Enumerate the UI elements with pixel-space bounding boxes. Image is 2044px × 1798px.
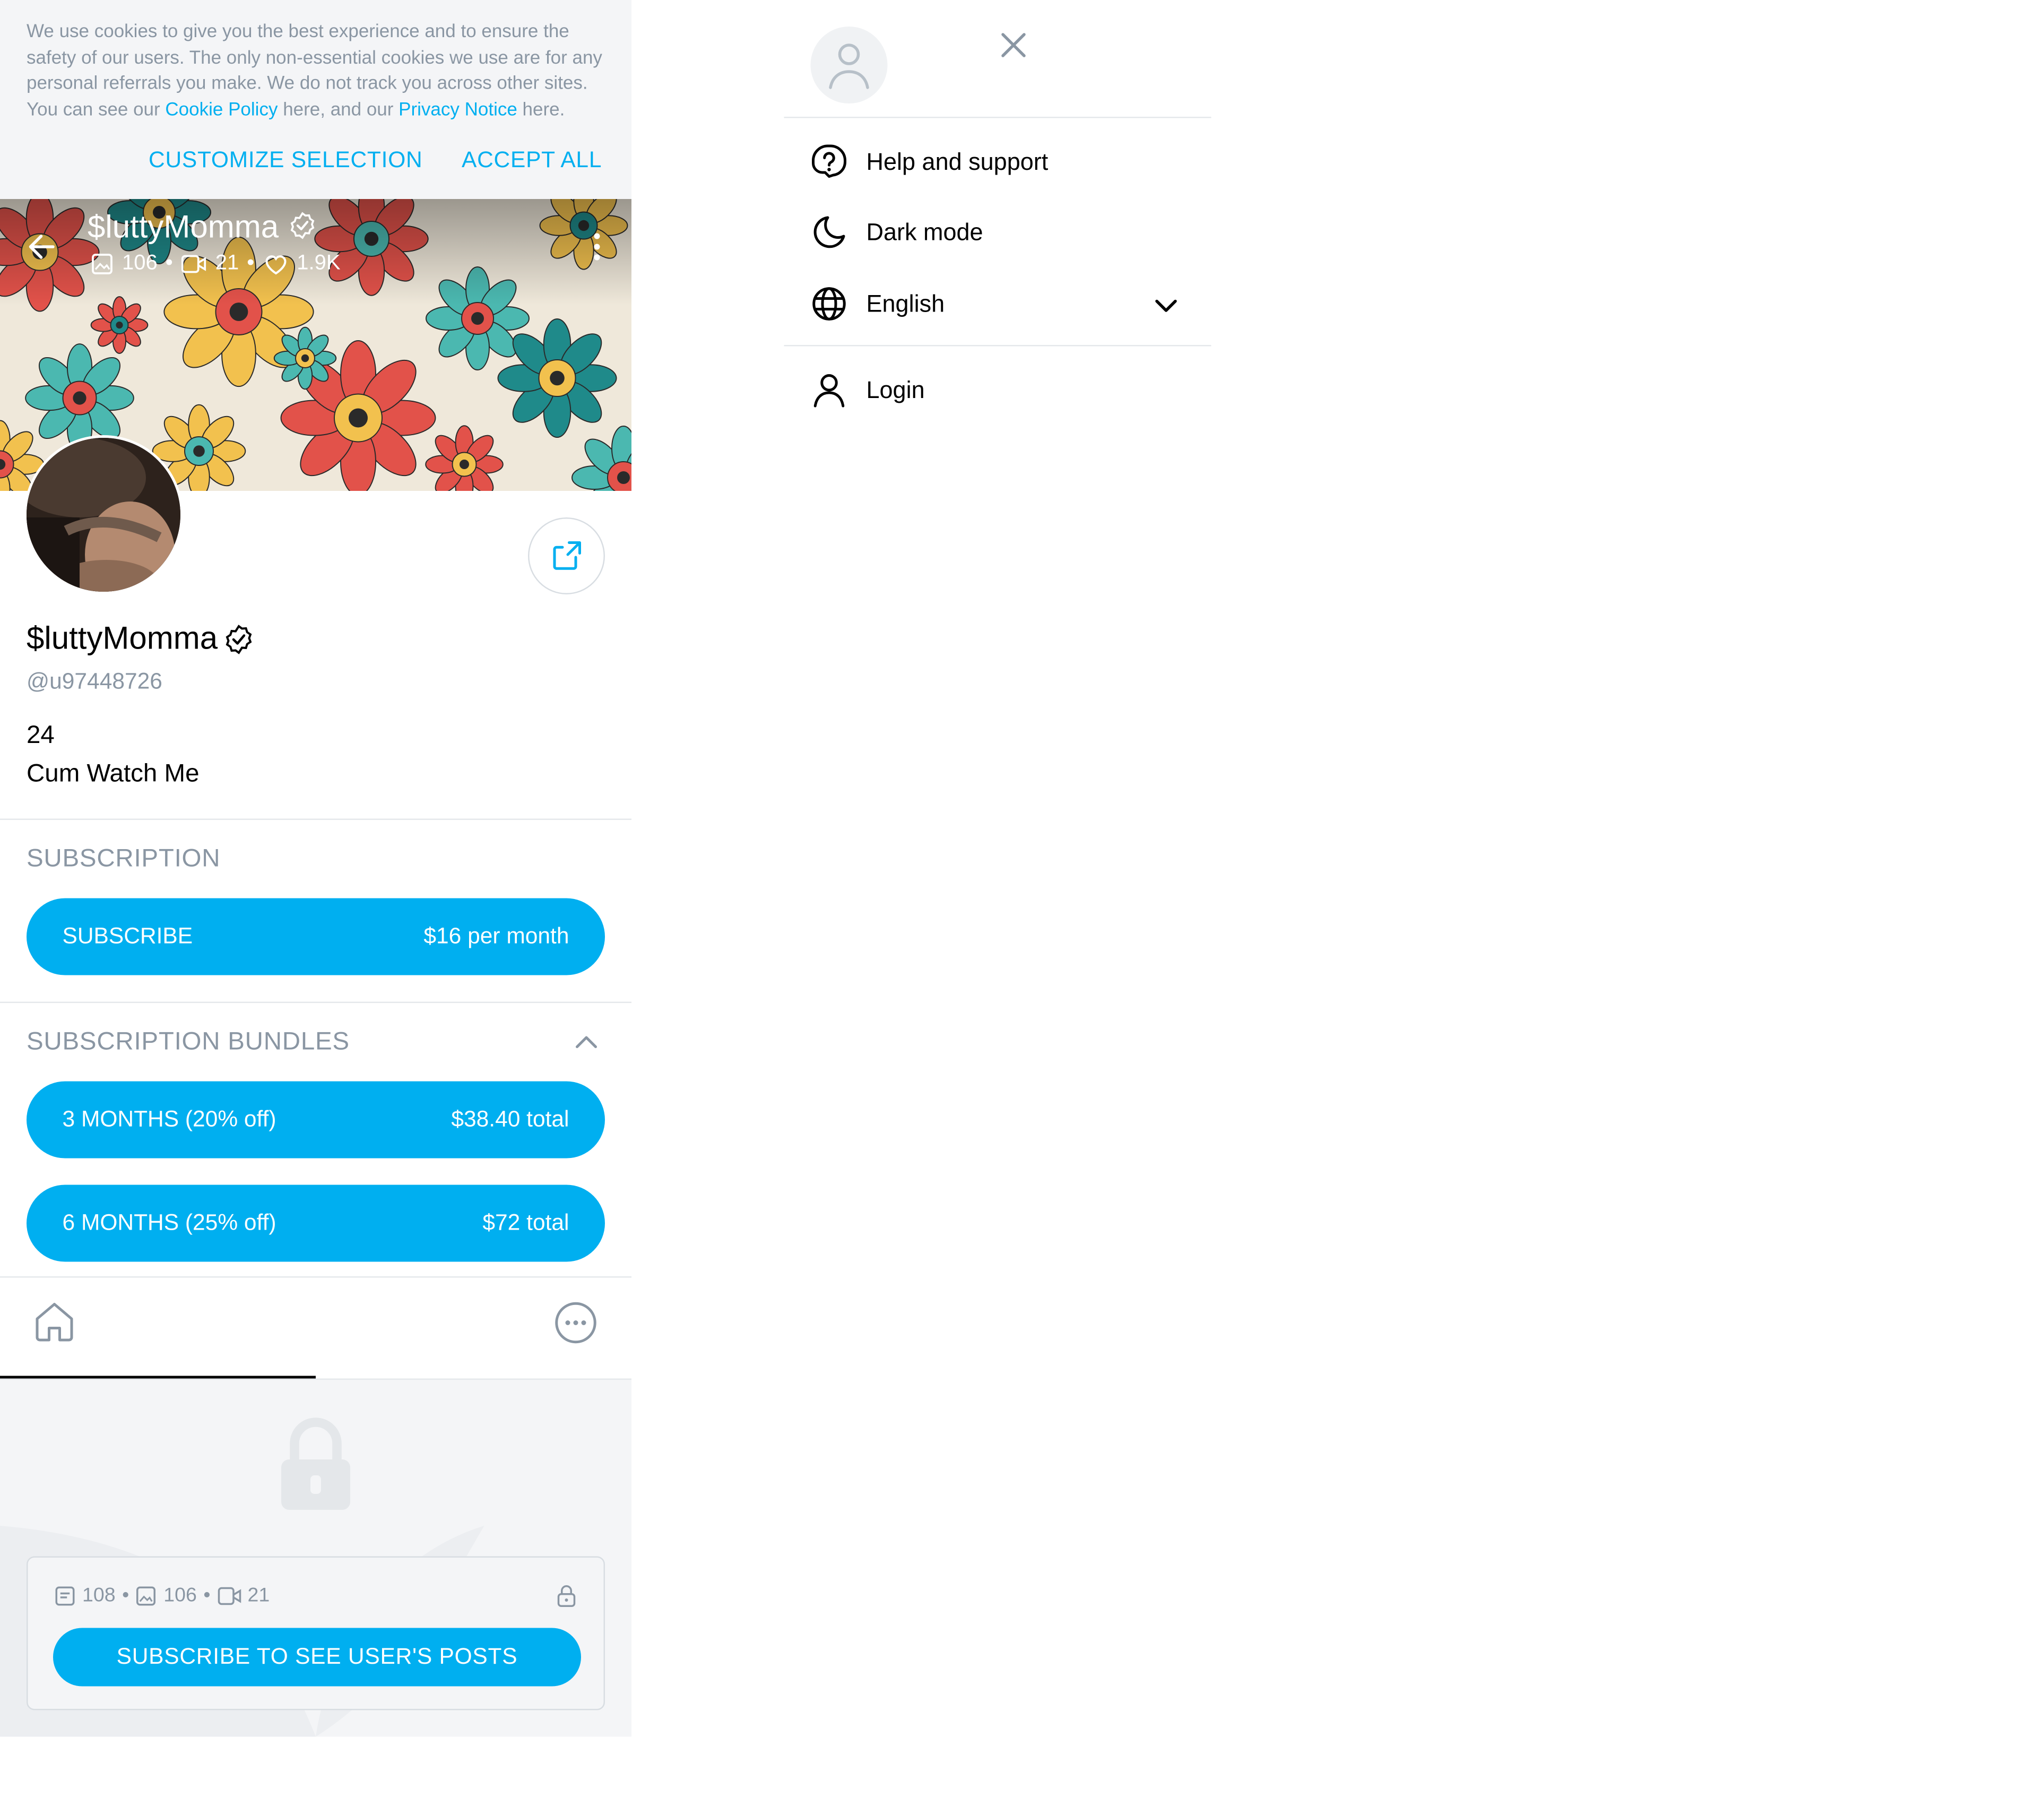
bundle-3-months-button[interactable]: 3 MONTHS (20% off) $38.40 total (27, 1081, 605, 1159)
home-icon (36, 1303, 73, 1342)
menu-item-dark-mode[interactable]: Dark mode (811, 212, 983, 252)
cookie-text-part: here, and our (278, 97, 399, 119)
bundles-section-title: SUBSCRIPTION BUNDLES (27, 1028, 350, 1057)
menu-item-label: Login (866, 376, 925, 403)
divider (0, 818, 631, 820)
language-selected-value: English (866, 290, 945, 317)
locked-stats: 108 • 106 • 21 (55, 1584, 270, 1607)
screenshot-stage: We use cookies to give you the best expe… (0, 0, 2044, 1798)
profile-page: We use cookies to give you the best expe… (0, 0, 631, 1737)
help-icon (811, 143, 848, 180)
stats-separator: • (203, 1584, 211, 1607)
cookie-banner-text: We use cookies to give you the best expe… (27, 19, 610, 122)
menu-item-language[interactable]: English (811, 284, 945, 324)
menu-item-label: Help and support (866, 148, 1049, 175)
user-icon (811, 371, 848, 409)
profile-name: $luttyMomma (27, 621, 255, 658)
bio-line: Cum Watch Me⁣ (27, 760, 200, 789)
privacy-notice-link[interactable]: Privacy Notice (399, 98, 517, 119)
cover-profile-name: $luttyMomma (88, 210, 317, 247)
menu-item-help[interactable]: Help and support (811, 142, 1049, 182)
cover-stats: 106 • 21 • 1.9K (90, 252, 341, 276)
videos-count: 21 (247, 1584, 270, 1607)
divider (0, 1001, 631, 1003)
customize-selection-button[interactable]: CUSTOMIZE SELECTION (149, 148, 422, 174)
share-icon (553, 541, 581, 570)
stats-separator: • (122, 1584, 129, 1607)
bio-line: 24⁣⁣ (27, 722, 55, 750)
share-button[interactable] (528, 517, 605, 594)
profile-handle: @u97448726 (27, 669, 162, 694)
locked-posts-card: 108 • 106 • 21 SUBSCRIBE TO SEE USER'S P… (27, 1556, 605, 1710)
subscription-section-title: SUBSCRIPTION (27, 845, 221, 874)
cookie-banner: We use cookies to give you the best expe… (0, 0, 631, 199)
cover-photos-count: 106 (122, 252, 158, 275)
bundle-label: 6 MONTHS (25% off) (62, 1210, 276, 1235)
heart-icon (265, 255, 286, 275)
lock-icon (556, 1584, 577, 1615)
avatar-photo (27, 438, 180, 592)
back-arrow-icon[interactable] (24, 228, 61, 265)
cookie-text-part: here. (517, 97, 565, 119)
side-menu: Help and support Dark mode English Login (784, 0, 1211, 425)
tab-home[interactable] (0, 1278, 316, 1379)
video-icon (181, 255, 206, 273)
menu-divider (784, 117, 1211, 118)
photo-icon (92, 254, 112, 274)
verified-badge-icon (290, 212, 314, 239)
bundle-price: $72 total (482, 1210, 569, 1235)
chevron-up-icon[interactable] (570, 1027, 602, 1059)
video-icon (217, 1586, 241, 1604)
subscribe-price: $16 per month (423, 923, 569, 949)
avatar[interactable] (24, 435, 183, 594)
lock-icon-large (281, 1417, 350, 1510)
moon-icon (811, 214, 848, 251)
bundle-label: 3 MONTHS (20% off) (62, 1107, 276, 1132)
stats-separator: • (165, 252, 173, 275)
subscribe-to-see-posts-button[interactable]: SUBSCRIBE TO SEE USER'S POSTS (53, 1628, 581, 1687)
menu-item-login[interactable]: Login (811, 370, 925, 410)
bundle-6-months-button[interactable]: 6 MONTHS (25% off) $72 total (27, 1185, 605, 1262)
user-avatar-icon[interactable] (810, 27, 888, 103)
cover-likes-count: 1.9K (297, 252, 341, 275)
subscribe-button[interactable]: SUBSCRIBE $16 per month (27, 898, 605, 975)
cookie-policy-link[interactable]: Cookie Policy (165, 98, 278, 119)
menu-divider (784, 345, 1211, 347)
more-vertical-icon[interactable] (584, 228, 610, 265)
more-horizontal-icon (555, 1302, 596, 1344)
accept-all-button[interactable]: ACCEPT ALL (462, 148, 602, 174)
posts-count: 108 (82, 1584, 116, 1607)
bundle-price: $38.40 total (451, 1107, 569, 1132)
post-icon (55, 1586, 75, 1605)
chevron-down-icon[interactable] (1150, 289, 1182, 321)
cover-videos-count: 21 (215, 252, 239, 275)
stats-separator: • (247, 252, 255, 275)
menu-item-label: Dark mode (866, 218, 983, 245)
cover-name-text: $luttyMomma (88, 210, 279, 246)
close-icon[interactable] (998, 29, 1029, 61)
photos-count: 106 (163, 1584, 197, 1607)
subscribe-label: SUBSCRIBE (62, 923, 193, 949)
verified-badge-icon (226, 625, 252, 654)
profile-name-text: $luttyMomma (27, 621, 218, 657)
photo-icon (136, 1586, 156, 1605)
tab-more[interactable] (316, 1278, 631, 1379)
globe-icon (811, 286, 848, 323)
